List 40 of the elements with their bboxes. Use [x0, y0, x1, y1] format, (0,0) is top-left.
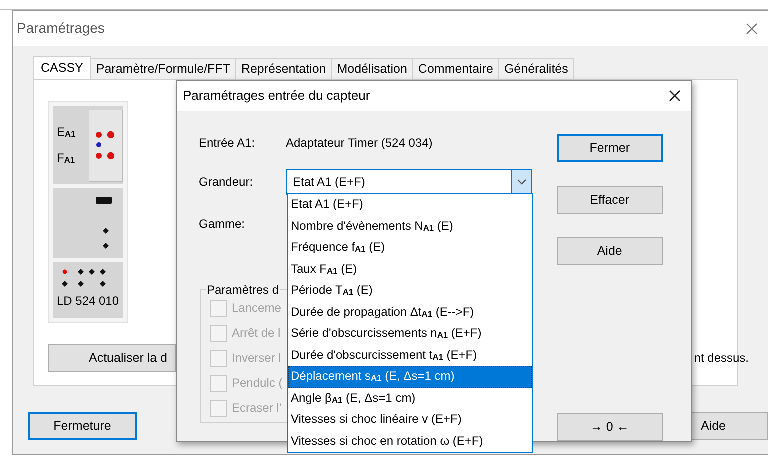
- list-option[interactable]: Vitesses si choc en rotation ω (E+F): [288, 430, 532, 452]
- list-option[interactable]: Série d'obscurcissements n$_{A1}$ (E+F): [288, 323, 532, 344]
- list-option[interactable]: Période T$_{A1}$ (E): [288, 280, 532, 302]
- input-label: E$_{A1}$: [57, 124, 77, 141]
- quantity-dropdown[interactable]: Etat A1 (E+F): [286, 169, 532, 195]
- list-option[interactable]: Etat A1 (E+F): [288, 194, 532, 216]
- tab[interactable]: Généralités: [498, 58, 574, 79]
- close-icon[interactable]: [669, 90, 681, 102]
- info-text: nt dessus.: [694, 350, 749, 367]
- clear-button[interactable]: Effacer: [556, 186, 663, 214]
- input-label: F$_{A1}$: [57, 150, 76, 167]
- list-option[interactable]: Fréquence f$_{A1}$ (E): [288, 237, 532, 258]
- range-label: Gamme:: [199, 217, 246, 231]
- input-value: Adaptateur Timer (524 034): [286, 135, 433, 152]
- list-option[interactable]: Nombre d'évènements N$_{A1}$ (E): [288, 216, 532, 237]
- tab[interactable]: CASSY: [33, 56, 92, 79]
- update-button[interactable]: Actualiser la d: [48, 344, 176, 372]
- close-button[interactable]: Fermer: [556, 134, 663, 162]
- tab[interactable]: Représentation: [235, 58, 332, 79]
- list-option[interactable]: Durée de propagation Δt$_{A1}$ (E-->F): [288, 302, 532, 323]
- list-option[interactable]: Taux F$_{A1}$ (E): [288, 258, 532, 280]
- list-option[interactable]: Durée d'obscurcissement t$_{A1}$ (E+F): [288, 344, 532, 366]
- close-button[interactable]: Fermeture: [28, 412, 137, 440]
- checkbox-label: Inverser l: [232, 350, 282, 367]
- dialog-title: Paramétrages entrée du capteur: [183, 87, 370, 106]
- socket-icon: [89, 110, 123, 182]
- help-button[interactable]: Aide: [556, 237, 663, 265]
- input-label: Entrée A1:: [199, 135, 256, 152]
- checkbox-label: Lanceme: [232, 300, 282, 317]
- quantity-label: Grandeur:: [199, 174, 254, 191]
- list-option[interactable]: Vitesses si choc linéaire v (E+F): [288, 409, 532, 430]
- list-option[interactable]: Déplacement s$_{A1}$ (E, Δs=1 cm): [288, 366, 532, 388]
- checkbox-label: Arrêt de l: [232, 325, 281, 342]
- zero-button[interactable]: → 0 ←: [556, 413, 663, 441]
- chevron-down-icon: [516, 179, 526, 185]
- checkbox-label: Ecraser l': [232, 400, 282, 417]
- list-option[interactable]: Angle β$_{A1}$ (E, Δs=1 cm): [288, 388, 532, 409]
- checkbox-label: Pendulc (: [232, 375, 283, 392]
- window-title: Paramétrages: [17, 19, 105, 38]
- device-model-label: LD 524 010: [56, 292, 120, 310]
